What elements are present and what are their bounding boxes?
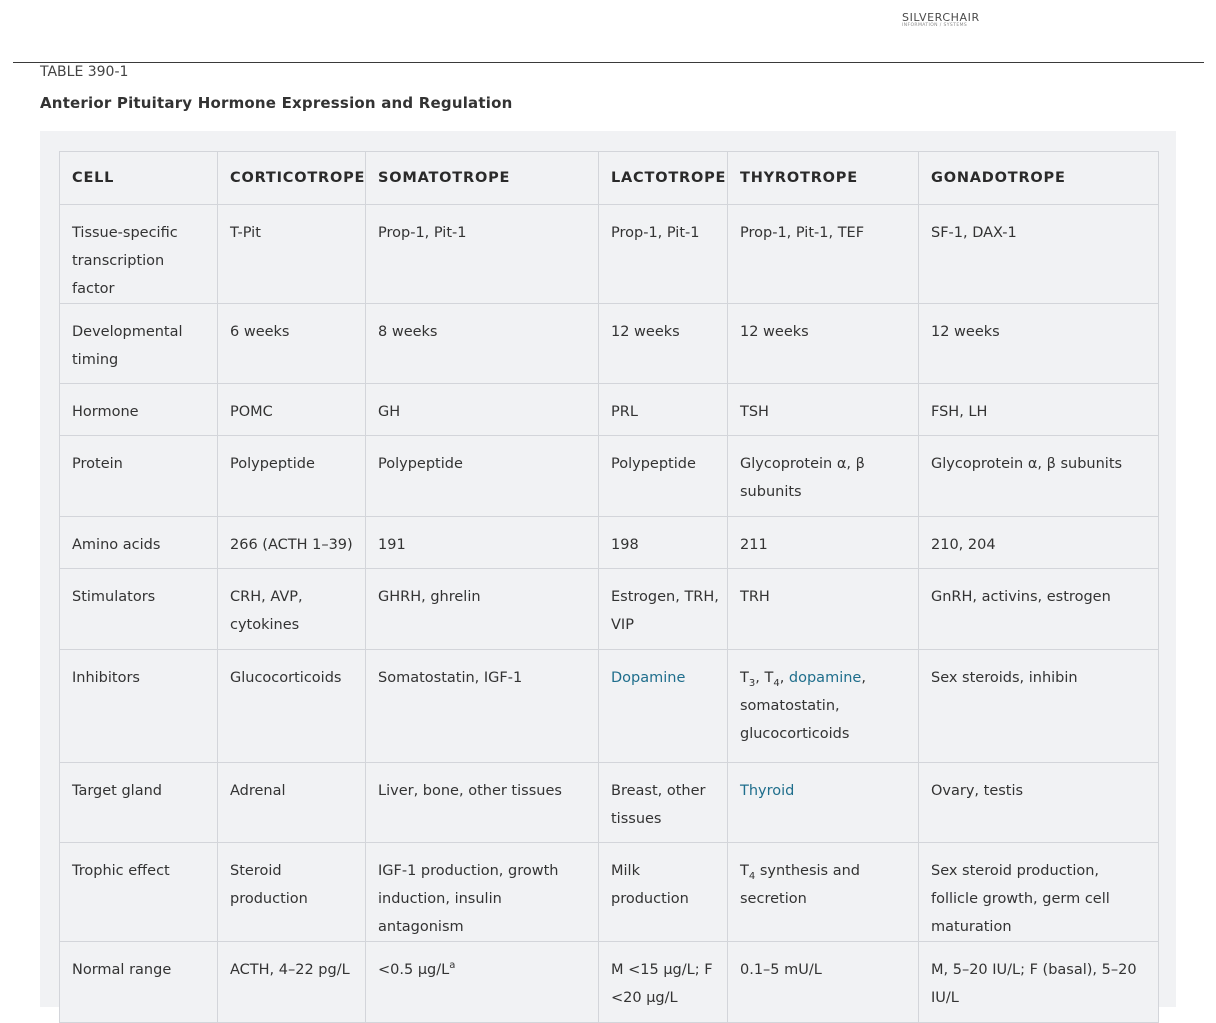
table-cell: TRH — [727, 568, 919, 650]
table-cell: Glycoprotein α, β subunits — [727, 435, 919, 517]
row-label: Stimulators — [59, 568, 218, 650]
footnote-marker[interactable]: a — [449, 960, 455, 971]
table-cell: M <15 μg/L; F <20 μg/L — [598, 941, 728, 1023]
silverchair-logo: SILVERCHAIR INFORMATION / SYSTEMS — [902, 12, 980, 29]
table-cell: GHRH, ghrelin — [365, 568, 599, 650]
cell-text: , — [779, 670, 789, 686]
cell-text: T — [740, 863, 749, 879]
table-cell: 198 — [598, 516, 728, 569]
table-cell: 8 weeks — [365, 303, 599, 384]
table-cell: Sex steroids, inhibin — [918, 649, 1159, 763]
row-label: Hormone — [59, 383, 218, 436]
table-cell: T3, T4, dopamine, somatostatin, glucocor… — [727, 649, 919, 763]
cell-text: , T — [755, 670, 774, 686]
table-row: Inhibitors Glucocorticoids Somatostatin,… — [59, 649, 1159, 763]
col-header-lactotrope: LACTOTROPE — [598, 151, 728, 205]
col-header-corticotrope: CORTICOTROPE — [217, 151, 366, 205]
table-cell: SF-1, DAX-1 — [918, 204, 1159, 304]
row-label: Tissue-specific transcription factor — [59, 204, 218, 304]
row-label: Target gland — [59, 762, 218, 843]
col-header-somatotrope: SOMATOTROPE — [365, 151, 599, 205]
cell-text: <0.5 μg/L — [378, 962, 450, 978]
table-cell: GnRH, activins, estrogen — [918, 568, 1159, 650]
hormone-table: CELL CORTICOTROPE SOMATOTROPE LACTOTROPE… — [59, 151, 1159, 1023]
table-row: Stimulators CRH, AVP, cytokines GHRH, gh… — [59, 568, 1159, 650]
table-cell: Breast, other tissues — [598, 762, 728, 843]
table-cell: Prop-1, Pit-1 — [598, 204, 728, 304]
header-row: CELL CORTICOTROPE SOMATOTROPE LACTOTROPE… — [59, 151, 1159, 205]
table-number: TABLE 390-1 — [40, 64, 129, 80]
cell-text: synthesis and secretion — [740, 863, 860, 907]
table-cell: 211 — [727, 516, 919, 569]
table-cell: FSH, LH — [918, 383, 1159, 436]
table-cell: GH — [365, 383, 599, 436]
table-row: Hormone POMC GH PRL TSH FSH, LH — [59, 383, 1159, 436]
col-header-thyrotrope: THYROTROPE — [727, 151, 919, 205]
table-cell: Estrogen, TRH, VIP — [598, 568, 728, 650]
row-label: Inhibitors — [59, 649, 218, 763]
table-cell: Prop-1, Pit-1 — [365, 204, 599, 304]
table-cell: 0.1–5 mU/L — [727, 941, 919, 1023]
table-cell: M, 5–20 IU/L; F (basal), 5–20 IU/L — [918, 941, 1159, 1023]
table-cell: Polypeptide — [598, 435, 728, 517]
table-cell: Steroid production — [217, 842, 366, 942]
row-label: Trophic effect — [59, 842, 218, 942]
table-cell: TSH — [727, 383, 919, 436]
table-cell: 266 (ACTH 1–39) — [217, 516, 366, 569]
table-cell: T4 synthesis and secretion — [727, 842, 919, 942]
row-label: Normal range — [59, 941, 218, 1023]
table-cell: Thyroid — [727, 762, 919, 843]
table-cell: POMC — [217, 383, 366, 436]
table-cell: Polypeptide — [365, 435, 599, 517]
table-cell: 12 weeks — [598, 303, 728, 384]
cell-text: T — [740, 670, 749, 686]
table-row: Amino acids 266 (ACTH 1–39) 191 198 211 … — [59, 516, 1159, 569]
table-cell: Ovary, testis — [918, 762, 1159, 843]
logo-wordmark: SILVERCHAIR — [902, 11, 980, 24]
dopamine-link[interactable]: Dopamine — [611, 670, 685, 686]
table-cell: IGF-1 production, growth induction, insu… — [365, 842, 599, 942]
table-cell: <0.5 μg/La — [365, 941, 599, 1023]
table-row: Tissue-specific transcription factor T-P… — [59, 204, 1159, 304]
table-title: Anterior Pituitary Hormone Expression an… — [40, 94, 513, 112]
table-cell: Adrenal — [217, 762, 366, 843]
table-cell: 210, 204 — [918, 516, 1159, 569]
table-cell: CRH, AVP, cytokines — [217, 568, 366, 650]
header-divider — [13, 62, 1204, 63]
table-row: Developmental timing 6 weeks 8 weeks 12 … — [59, 303, 1159, 384]
table-cell: Milk production — [598, 842, 728, 942]
table-row: Normal range ACTH, 4–22 pg/L <0.5 μg/La … — [59, 941, 1159, 1023]
table-row: Protein Polypeptide Polypeptide Polypept… — [59, 435, 1159, 517]
thyroid-link[interactable]: Thyroid — [740, 783, 794, 799]
table-cell: Somatostatin, IGF-1 — [365, 649, 599, 763]
table-cell: Glycoprotein α, β subunits — [918, 435, 1159, 517]
table-cell: 12 weeks — [727, 303, 919, 384]
table-cell: Polypeptide — [217, 435, 366, 517]
table-cell: Prop-1, Pit-1, TEF — [727, 204, 919, 304]
table-cell: 191 — [365, 516, 599, 569]
row-label: Developmental timing — [59, 303, 218, 384]
table-cell: PRL — [598, 383, 728, 436]
table-cell: T-Pit — [217, 204, 366, 304]
col-header-gonadotrope: GONADOTROPE — [918, 151, 1159, 205]
logo-tagline: INFORMATION / SYSTEMS — [902, 23, 968, 28]
col-header-cell: CELL — [59, 151, 218, 205]
table-cell: Glucocorticoids — [217, 649, 366, 763]
table-row: Target gland Adrenal Liver, bone, other … — [59, 762, 1159, 843]
table-cell: Dopamine — [598, 649, 728, 763]
row-label: Protein — [59, 435, 218, 517]
table-cell: 6 weeks — [217, 303, 366, 384]
table-row: Trophic effect Steroid production IGF-1 … — [59, 842, 1159, 942]
dopamine-link[interactable]: dopamine — [789, 670, 861, 686]
row-label: Amino acids — [59, 516, 218, 569]
table-cell: Sex steroid production, follicle growth,… — [918, 842, 1159, 942]
table-cell: ACTH, 4–22 pg/L — [217, 941, 366, 1023]
table-cell: Liver, bone, other tissues — [365, 762, 599, 843]
table-cell: 12 weeks — [918, 303, 1159, 384]
